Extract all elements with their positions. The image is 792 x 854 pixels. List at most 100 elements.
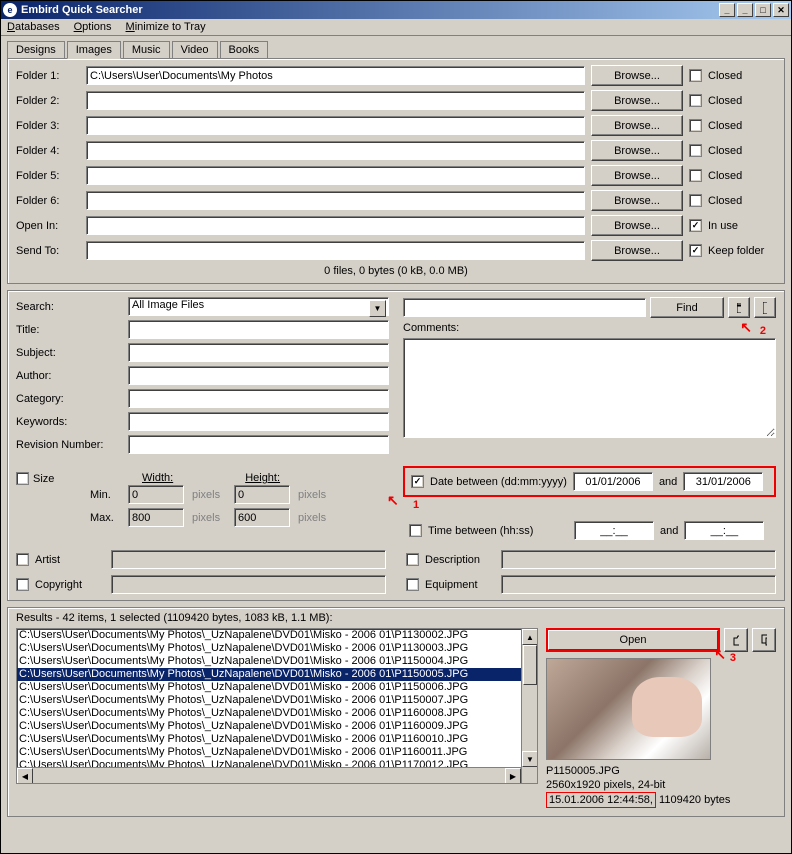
open-folder-icon-button[interactable] [724,628,748,652]
browse-button[interactable]: Browse... [591,190,683,211]
time-checkbox[interactable] [409,524,422,537]
list-item[interactable]: C:\Users\User\Documents\My Photos\_UzNap… [17,746,537,759]
list-item[interactable]: C:\Users\User\Documents\My Photos\_UzNap… [17,655,537,668]
scroll-left-button[interactable]: ◀ [17,768,33,784]
folder-option-checkbox[interactable] [689,119,702,132]
time-from-input[interactable] [574,521,654,540]
folder-option-checkbox[interactable] [689,144,702,157]
description-input[interactable] [501,550,776,569]
copy-icon-button[interactable] [752,628,776,652]
size-checkbox[interactable] [16,472,29,485]
folder-path-input[interactable] [86,241,585,260]
folder-option-checkbox[interactable] [689,169,702,182]
tab-strip: Designs Images Music Video Books [1,36,791,58]
list-item[interactable]: C:\Users\User\Documents\My Photos\_UzNap… [17,668,537,681]
menu-options[interactable]: Options [74,21,112,33]
date-filter-group: Date between (dd:mm:yyyy) and ↖ [403,466,776,497]
menu-minimize[interactable]: Minimize to Tray [126,21,206,33]
folder-option-label: Closed [708,145,776,157]
date-checkbox[interactable] [411,475,424,488]
folder-path-input[interactable] [86,166,585,185]
annotation-arrow-2: ↖ [740,319,752,336]
artist-checkbox[interactable] [16,553,29,566]
browse-button[interactable]: Browse... [591,115,683,136]
folder-path-input[interactable] [86,116,585,135]
list-item[interactable]: C:\Users\User\Documents\My Photos\_UzNap… [17,707,537,720]
keywords-input[interactable] [128,412,389,431]
browse-button[interactable]: Browse... [591,140,683,161]
search-type-select[interactable]: All Image Files [128,297,389,316]
annotation-label-1: 1 [413,499,419,511]
open-button[interactable]: Open [546,628,720,652]
folder-path-input[interactable] [86,191,585,210]
folder-option-checkbox[interactable] [689,244,702,257]
comments-input[interactable] [403,338,776,438]
equipment-checkbox[interactable] [406,578,419,591]
browse-button[interactable]: Browse... [591,215,683,236]
folder-path-input[interactable] [86,141,585,160]
equipment-input[interactable] [501,575,776,594]
maximize-button[interactable]: □ [755,3,771,17]
browse-button[interactable]: Browse... [591,165,683,186]
category-input[interactable] [128,389,389,408]
list-item[interactable]: C:\Users\User\Documents\My Photos\_UzNap… [17,720,537,733]
folder-path-input[interactable] [86,216,585,235]
date-from-input[interactable] [573,472,653,491]
author-input[interactable] [128,366,389,385]
list-item[interactable]: C:\Users\User\Documents\My Photos\_UzNap… [17,629,537,642]
tab-images[interactable]: Images [67,41,121,59]
search-query-input[interactable] [403,298,646,317]
annotation-label-2: 2 [760,325,766,337]
find-button[interactable]: Find [650,297,724,318]
horizontal-scrollbar[interactable]: ◀ ▶ [17,767,521,783]
date-to-input[interactable] [683,472,763,491]
folder-option-label: Closed [708,120,776,132]
scroll-thumb[interactable] [523,645,537,685]
time-to-input[interactable] [684,521,764,540]
list-item[interactable]: C:\Users\User\Documents\My Photos\_UzNap… [17,642,537,655]
min-height-input[interactable] [234,485,290,504]
browse-button[interactable]: Browse... [591,90,683,111]
copyright-input[interactable] [111,575,386,594]
folder-option-checkbox[interactable] [689,69,702,82]
folder-path-input[interactable] [86,66,585,85]
copyright-checkbox[interactable] [16,578,29,591]
folder-icon-button[interactable] [728,297,750,318]
tab-books[interactable]: Books [220,41,269,59]
max-height-input[interactable] [234,508,290,527]
scroll-down-button[interactable]: ▼ [522,751,538,767]
title-input[interactable] [128,320,389,339]
folder-option-checkbox[interactable] [689,194,702,207]
browse-button[interactable]: Browse... [591,240,683,261]
menu-databases[interactable]: Databases [7,21,60,33]
list-item[interactable]: C:\Users\User\Documents\My Photos\_UzNap… [17,733,537,746]
folder-option-checkbox[interactable] [689,94,702,107]
min-width-input[interactable] [128,485,184,504]
tab-designs[interactable]: Designs [7,41,65,59]
minimize-button[interactable]: _ [737,3,753,17]
list-item[interactable]: C:\Users\User\Documents\My Photos\_UzNap… [17,681,537,694]
results-listbox[interactable]: C:\Users\User\Documents\My Photos\_UzNap… [16,628,538,784]
folder-option-label: Keep folder [708,245,776,257]
folder-option-checkbox[interactable] [689,219,702,232]
app-icon: e [3,3,17,17]
subject-input[interactable] [128,343,389,362]
search-panel: Search: All Image Files Title: Subject: … [7,290,785,601]
tab-music[interactable]: Music [123,41,170,59]
close-button[interactable]: ✕ [773,3,789,17]
scroll-up-button[interactable]: ▲ [522,629,538,645]
scroll-right-button[interactable]: ▶ [505,768,521,784]
extra-window-button[interactable]: _ [719,3,735,17]
tab-video[interactable]: Video [172,41,218,59]
folder-path-input[interactable] [86,91,585,110]
list-item[interactable]: C:\Users\User\Documents\My Photos\_UzNap… [17,694,537,707]
document-icon-button[interactable] [754,297,776,318]
width-header: Width: [140,472,173,484]
artist-input[interactable] [111,550,386,569]
description-checkbox[interactable] [406,553,419,566]
vertical-scrollbar[interactable]: ▲ ▼ [521,629,537,783]
max-width-input[interactable] [128,508,184,527]
folder-option-label: In use [708,220,776,232]
browse-button[interactable]: Browse... [591,65,683,86]
revision-input[interactable] [128,435,389,454]
